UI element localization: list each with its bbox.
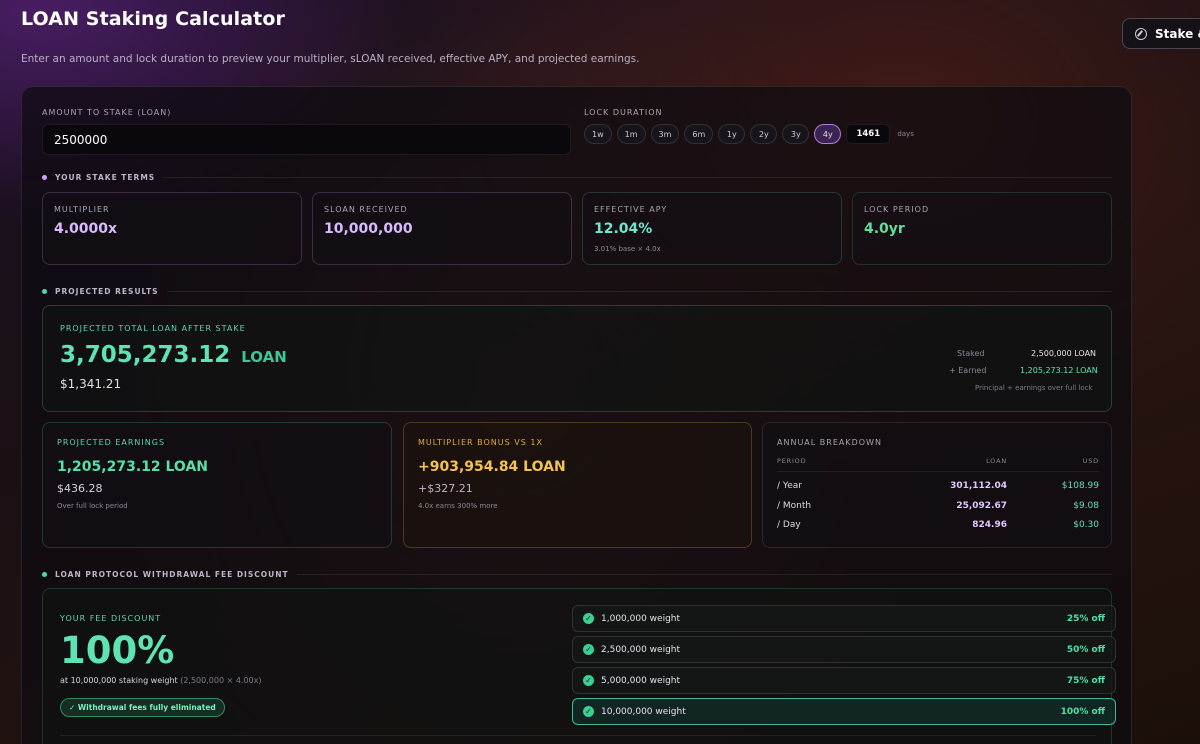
projected-total-unit: LOAN <box>241 348 287 366</box>
bonus-sub: 4.0x earns 300% more <box>418 502 498 510</box>
earned-value: 1,205,273.12 LOAN <box>1020 366 1098 375</box>
duration-4y[interactable]: 4y <box>814 124 842 144</box>
check-icon: ✓ <box>583 675 594 686</box>
fee-eliminated-badge: ✓ Withdrawal fees fully eliminated <box>60 698 225 717</box>
duration-6m[interactable]: 6m <box>684 124 714 144</box>
tier-10m: ✓ 10,000,000 weight 100% off <box>572 698 1116 725</box>
lock-card: LOCK PERIOD 4.0yr <box>852 192 1112 265</box>
sloan-card: SLOAN RECEIVED 10,000,000 <box>312 192 572 265</box>
annual-breakdown-card: ANNUAL BREAKDOWN PERIOD LOAN USD / Year … <box>762 422 1112 548</box>
sloan-label: SLOAN RECEIVED <box>324 205 408 214</box>
page-title: LOAN Staking Calculator <box>21 8 285 30</box>
apy-sub: 3.01% base × 4.0x <box>594 245 661 253</box>
breakdown-row-month: / Month 25,092.67 $9.08 <box>777 501 1099 511</box>
apy-label: EFFECTIVE APY <box>594 205 668 214</box>
apy-card: EFFECTIVE APY 12.04% 3.01% base × 4.0x <box>582 192 842 265</box>
compass-icon <box>1135 27 1147 40</box>
projected-total-card: PROJECTED TOTAL LOAN AFTER STAKE 3,705,2… <box>42 305 1112 412</box>
duration-selector: 1w 1m 3m 6m 1y 2y 3y 4y days <box>584 124 914 144</box>
tier-2-5m: ✓ 2,500,000 weight 50% off <box>572 636 1116 663</box>
duration-1w[interactable]: 1w <box>584 124 612 144</box>
divider <box>296 574 1112 575</box>
amount-input[interactable] <box>42 124 571 155</box>
section-dot <box>42 572 47 577</box>
breakdown-row-day: / Day 824.96 $0.30 <box>777 520 1099 530</box>
duration-2y[interactable]: 2y <box>750 124 778 144</box>
multiplier-card: MULTIPLIER 4.0000x <box>42 192 302 265</box>
projected-total-value: 3,705,273.12 LOAN <box>60 342 287 368</box>
breakdown-row-year: / Year 301,112.04 $108.99 <box>777 481 1099 491</box>
earnings-label: PROJECTED EARNINGS <box>57 438 166 447</box>
staked-label: Staked <box>957 349 985 358</box>
duration-label: LOCK DURATION <box>584 108 663 117</box>
fee-weight-text: at 10,000,000 staking weight (2,500,000 … <box>60 676 262 685</box>
apy-value: 12.04% <box>594 221 653 237</box>
check-icon: ✓ <box>583 706 594 717</box>
divider <box>163 177 1112 178</box>
bonus-label: MULTIPLIER BONUS VS 1X <box>418 438 543 447</box>
section-title: PROJECTED RESULTS <box>55 287 159 296</box>
check-icon: ✓ <box>583 613 594 624</box>
section-title: YOUR STAKE TERMS <box>55 173 156 182</box>
calculator-panel: AMOUNT TO STAKE (LOAN) LOCK DURATION 1w … <box>21 86 1132 744</box>
projected-total-label: PROJECTED TOTAL LOAN AFTER STAKE <box>60 324 246 333</box>
duration-1m[interactable]: 1m <box>616 124 646 144</box>
fee-discount-value: 100% <box>60 629 175 672</box>
days-unit: days <box>897 130 914 138</box>
fee-discount-label: YOUR FEE DISCOUNT <box>60 614 162 623</box>
projected-total-usd: $1,341.21 <box>60 377 122 391</box>
lock-value: 4.0yr <box>864 221 905 237</box>
earned-label: + Earned <box>949 366 987 375</box>
earnings-value: 1,205,273.12 LOAN <box>57 459 208 475</box>
breakdown-header: PERIOD LOAN USD <box>777 457 1099 472</box>
days-input[interactable] <box>846 124 891 144</box>
amount-label: AMOUNT TO STAKE (LOAN) <box>42 108 172 117</box>
duration-3y[interactable]: 3y <box>782 124 810 144</box>
stake-button-label: Stake & L <box>1155 26 1200 41</box>
stake-button[interactable]: Stake & L <box>1122 18 1200 49</box>
section-stake-terms: YOUR STAKE TERMS <box>42 173 1112 182</box>
lock-label: LOCK PERIOD <box>864 205 930 214</box>
fee-weight-calc: (2,500,000 × 4.00x) <box>180 676 262 685</box>
bonus-card: MULTIPLIER BONUS VS 1X +903,954.84 LOAN … <box>403 422 752 548</box>
section-title: LOAN PROTOCOL WITHDRAWAL FEE DISCOUNT <box>55 570 289 579</box>
check-icon: ✓ <box>583 644 594 655</box>
duration-1y[interactable]: 1y <box>718 124 746 144</box>
breakdown-label: ANNUAL BREAKDOWN <box>777 438 882 447</box>
fee-discount-card: YOUR FEE DISCOUNT 100% at 10,000,000 sta… <box>42 588 1116 744</box>
section-dot <box>42 289 47 294</box>
projected-note: Principal + earnings over full lock <box>975 384 1093 392</box>
staked-value: 2,500,000 LOAN <box>1031 349 1097 358</box>
duration-3m[interactable]: 3m <box>650 124 680 144</box>
bonus-value: +903,954.84 LOAN <box>418 459 566 475</box>
section-fee-discount: LOAN PROTOCOL WITHDRAWAL FEE DISCOUNT <box>42 570 1112 579</box>
earnings-usd: $436.28 <box>57 482 103 495</box>
section-dot <box>42 175 47 180</box>
divider <box>166 291 1112 292</box>
bonus-usd: +$327.21 <box>418 482 473 495</box>
multiplier-value: 4.0000x <box>54 221 118 237</box>
earnings-sub: Over full lock period <box>57 502 128 510</box>
tier-1m: ✓ 1,000,000 weight 25% off <box>572 605 1116 632</box>
sloan-value: 10,000,000 <box>324 221 413 237</box>
tier-5m: ✓ 5,000,000 weight 75% off <box>572 667 1116 694</box>
page-subtitle: Enter an amount and lock duration to pre… <box>21 53 640 65</box>
earnings-card: PROJECTED EARNINGS 1,205,273.12 LOAN $43… <box>42 422 392 548</box>
multiplier-label: MULTIPLIER <box>54 205 110 214</box>
section-projected: PROJECTED RESULTS <box>42 287 1112 296</box>
divider <box>60 735 1096 736</box>
